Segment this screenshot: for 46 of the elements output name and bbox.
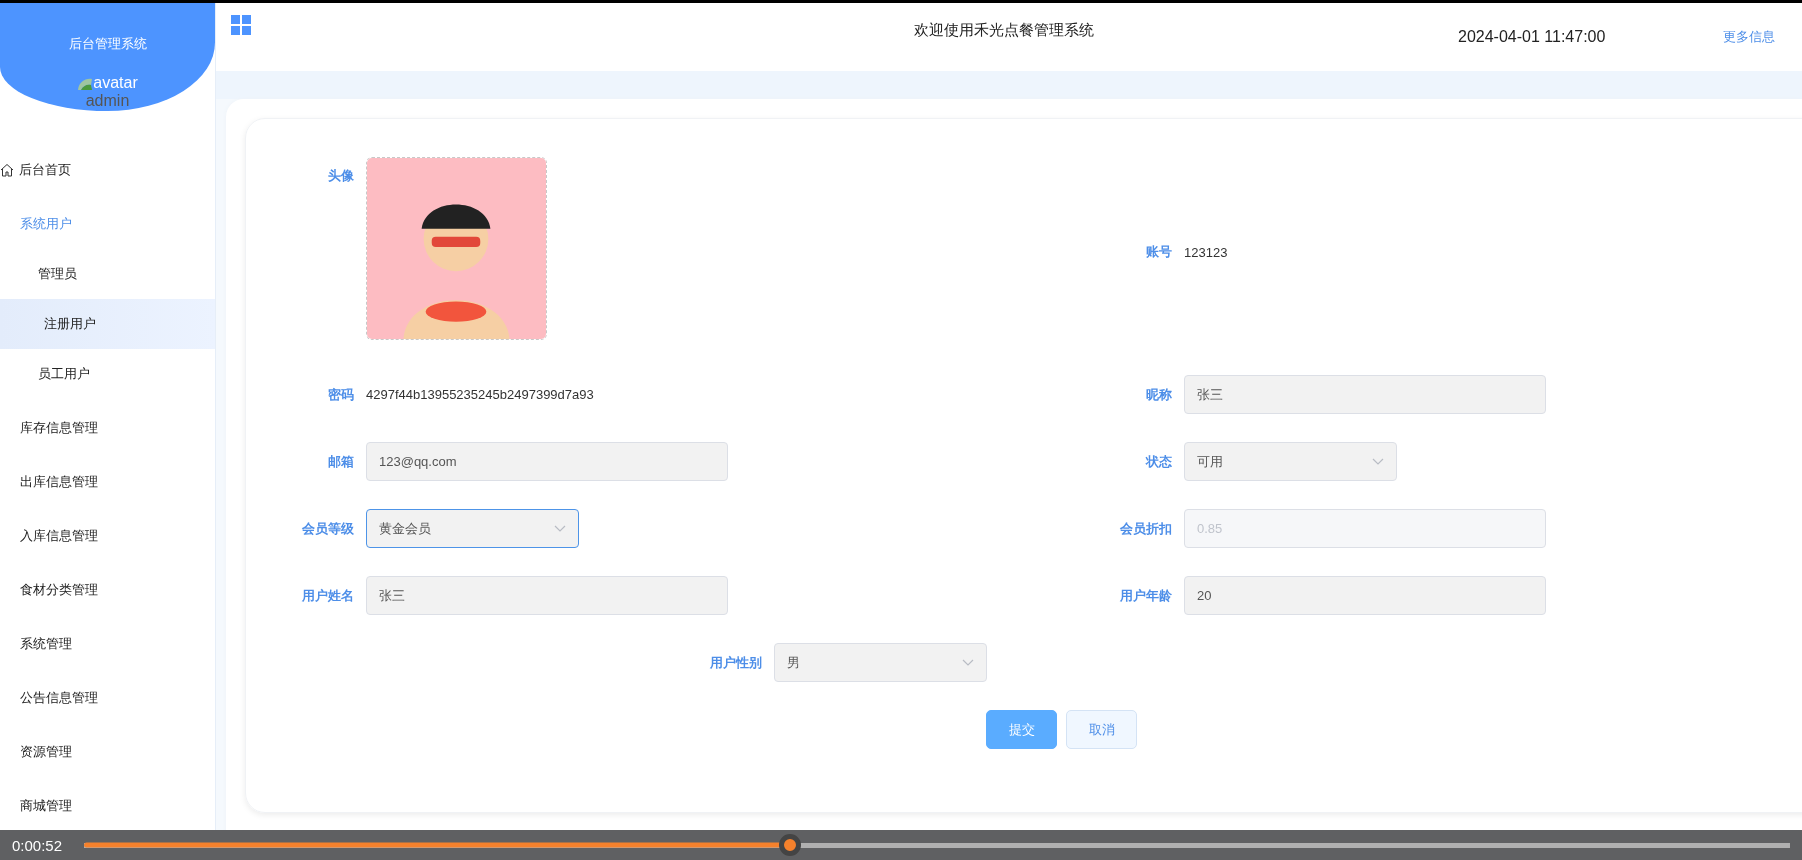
menu-item[interactable]: 系统管理 xyxy=(0,629,215,659)
chevron-down-icon xyxy=(1372,458,1384,465)
menu-item[interactable]: 系统用户 xyxy=(0,209,215,239)
select-field[interactable]: 可用 xyxy=(1184,442,1397,481)
field-label: 密码 xyxy=(327,385,355,404)
field-label: 用户性别 xyxy=(709,653,763,672)
field-label: 用户姓名 xyxy=(301,586,355,605)
select-field[interactable]: 男 xyxy=(774,643,987,682)
text-field[interactable]: 张三 xyxy=(366,576,728,615)
avatar-alt-text: avatar xyxy=(93,75,138,91)
menu-item[interactable]: 注册用户 xyxy=(0,299,215,349)
text-field[interactable]: 123@qq.com xyxy=(366,442,728,481)
field-label: 邮箱 xyxy=(327,452,355,471)
menu-item[interactable]: 后台首页 xyxy=(0,155,215,185)
chevron-down-icon xyxy=(554,525,566,532)
welcome-title: 欢迎使用禾光点餐管理系统 xyxy=(914,21,1094,40)
field-value: 4297f44b13955235245b2497399d7a93 xyxy=(366,387,594,402)
field-label: 昵称 xyxy=(1145,385,1173,404)
field-label: 会员折扣 xyxy=(1119,519,1173,538)
seek-handle[interactable] xyxy=(779,834,802,856)
field-label: 会员等级 xyxy=(301,519,355,538)
field-label: 账号 xyxy=(1145,243,1173,261)
datetime: 2024-04-01 11:47:00 xyxy=(1458,28,1606,46)
playback-time: 0:00:52 xyxy=(12,836,63,854)
grid-icon[interactable] xyxy=(231,15,251,35)
home-icon xyxy=(0,163,14,177)
menu-item[interactable]: 入库信息管理 xyxy=(0,521,215,551)
field-value: 123123 xyxy=(1184,244,1228,260)
chevron-down-icon xyxy=(962,659,974,666)
field-label: 用户年龄 xyxy=(1119,586,1173,605)
menu-item[interactable]: 资源管理 xyxy=(0,737,215,767)
more-info-link[interactable]: 更多信息 xyxy=(1723,28,1776,46)
menu-item[interactable]: 食材分类管理 xyxy=(0,575,215,605)
menu-item[interactable]: 公告信息管理 xyxy=(0,683,215,713)
field-label: 头像 xyxy=(327,167,355,185)
menu-item[interactable]: 员工用户 xyxy=(0,349,215,399)
text-field[interactable]: 张三 xyxy=(1184,375,1546,414)
field-label: 状态 xyxy=(1144,452,1173,471)
menu-item[interactable]: 管理员 xyxy=(0,249,215,299)
menu-item[interactable]: 商城管理 xyxy=(0,791,215,821)
username: admin xyxy=(85,93,130,109)
menu-item[interactable]: 库存信息管理 xyxy=(0,413,215,443)
select-field[interactable]: 黄金会员 xyxy=(366,509,579,548)
menu-item[interactable]: 出库信息管理 xyxy=(0,467,215,497)
text-field[interactable]: 20 xyxy=(1184,576,1546,615)
app-title: 后台管理系统 xyxy=(68,35,147,53)
